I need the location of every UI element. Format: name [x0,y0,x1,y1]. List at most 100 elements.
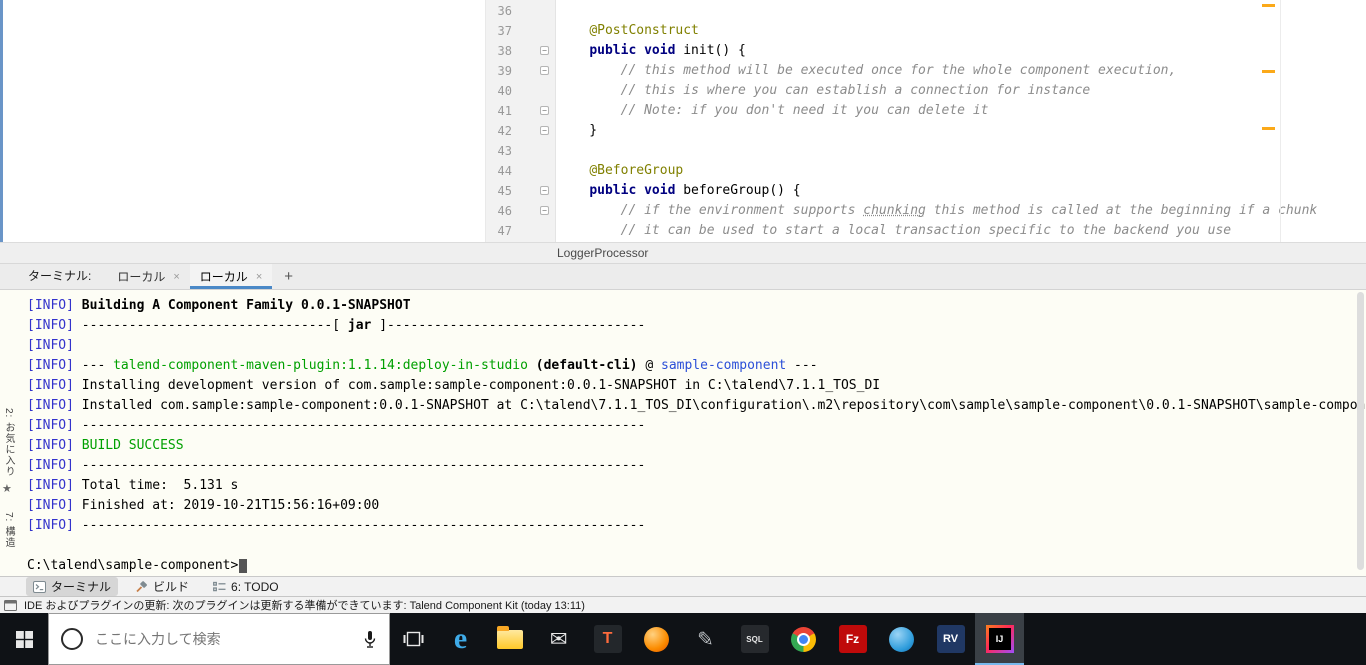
filezilla-taskbar-button[interactable]: Fz [828,613,877,665]
fold-marker-icon[interactable]: − [540,46,549,55]
todo-list-icon [213,581,226,591]
toolwindow-button-todo[interactable]: 6: TODO [206,579,286,595]
terminal-line: [INFO] ---------------------------------… [27,458,646,473]
toolwindow-button-label: ターミナル [51,580,112,594]
change-marker[interactable] [1262,4,1275,7]
code-lines[interactable]: 36 37 @PostConstruct 38 − public void init(… [485,1,1366,241]
line-number: 40 [497,84,512,98]
sidebar-item-favorites[interactable]: 2: お気に入り [1,408,16,477]
new-terminal-tab-button[interactable]: + [272,264,305,289]
intellij-idea-icon: IJ [985,625,1014,653]
terminal-line: [INFO] --------------------------------[… [27,318,646,333]
file-explorer-icon [496,625,523,649]
code-text: // Note: if you don't need it you can de… [620,103,989,118]
toolwindow-button-terminal[interactable]: ターミナル [26,577,119,596]
fold-column: − [512,101,552,121]
terminal-line: [INFO] Total time: 5.131 s [27,478,239,493]
code-line: 42 − } [485,121,1366,141]
fold-column [512,21,552,41]
mail-taskbar-button[interactable]: ✉ [534,613,583,665]
toolwindow-bar: ターミナル ビルド 6: TODO [0,576,1366,596]
fold-marker-icon[interactable]: − [540,126,549,135]
fold-column: − [512,181,552,201]
status-bar: IDE およびプラグインの更新: 次のプラグインは更新する準備ができています: … [0,596,1366,613]
ide-desktop: 36 37 @PostConstruct 38 − public void init(… [0,0,1366,665]
orange-sphere-app-taskbar-button[interactable] [632,613,681,665]
toolwindow-switcher-icon[interactable] [4,599,17,611]
toolwindow-button-label: ビルド [153,580,190,594]
breadcrumb-class[interactable]: LoggerProcessor [557,243,648,263]
code-line: 40 // this is where you can establish a … [485,81,1366,101]
terminal-scrollbar[interactable] [1357,292,1364,570]
taskbar-search-box[interactable] [48,613,390,665]
terminal-icon [33,580,46,593]
terminal-tab-label: ローカル [117,270,166,284]
code-text: // this method will be executed once for… [620,63,1177,78]
code-line: 45 − public void beforeGroup() { [485,181,1366,201]
terminal-line: [INFO] Installed com.sample:sample-compo… [27,398,1366,413]
fold-marker-icon[interactable]: − [540,186,549,195]
start-button[interactable] [0,613,48,665]
sidebar-item-structure[interactable]: 7: 構造 [1,512,16,548]
terminal-line: [INFO] Finished at: 2019-10-21T15:56:16+… [27,498,380,513]
code-text: @PostConstruct [589,23,699,38]
filezilla-icon: Fz [838,625,867,653]
code-line: 44 @BeforeGroup [485,161,1366,181]
terminal-output[interactable]: [INFO] Building A Component Family 0.0.1… [0,290,1366,576]
blue-sphere-app-taskbar-button[interactable] [877,613,926,665]
close-icon[interactable]: × [173,271,179,283]
fold-column [512,141,552,161]
task-view-icon [403,631,423,647]
window-left-edge [0,0,3,264]
terminal-tab-1[interactable]: ローカル × [107,264,189,289]
pen-app-taskbar-button[interactable]: ✎ [681,613,730,665]
fold-column: − [512,61,552,81]
terminal-line: [INFO] --- talend-component-maven-plugin… [27,358,818,373]
rv-app-icon: RV [936,625,965,653]
change-marker[interactable] [1262,127,1275,130]
search-input[interactable] [83,631,363,647]
code-editor-pane[interactable]: 36 37 @PostConstruct 38 − public void init(… [0,0,1366,264]
fold-marker-icon[interactable]: − [540,206,549,215]
file-explorer-taskbar-button[interactable] [485,613,534,665]
close-icon[interactable]: × [256,271,262,283]
microsoft-edge-taskbar-button[interactable]: e [436,613,485,665]
code-text: // this is where you can establish a con… [620,83,1091,98]
line-number: 42 [497,124,512,138]
sql-developer-taskbar-button[interactable]: SQL [730,613,779,665]
toolwindow-button-build[interactable]: ビルド [128,577,196,596]
windows-logo-icon [15,630,33,648]
hammer-icon [136,580,147,592]
line-number: 37 [497,24,512,38]
talend-t-app-taskbar-button[interactable]: T [583,613,632,665]
code-line: 47 // it can be used to start a local tr… [485,221,1366,241]
fold-marker-icon[interactable]: − [540,106,549,115]
editor-scrollbar-track[interactable] [1280,0,1281,242]
code-line: 37 @PostConstruct [485,21,1366,41]
task-view-button[interactable] [390,613,436,665]
breadcrumb-bar: LoggerProcessor [0,242,1366,264]
intellij-idea-taskbar-button[interactable]: IJ [975,613,1024,665]
line-number: 47 [497,224,512,238]
code-text: } [558,123,598,138]
pen-app-icon: ✎ [697,628,714,651]
terminal-cursor [239,558,248,573]
google-chrome-taskbar-button[interactable] [779,613,828,665]
status-message[interactable]: IDE およびプラグインの更新: 次のプラグインは更新する準備ができています: … [24,597,585,613]
change-marker[interactable] [1262,70,1275,73]
fold-marker-icon[interactable]: − [540,66,549,75]
microphone-icon[interactable] [363,630,377,649]
rv-app-taskbar-button[interactable]: RV [926,613,975,665]
code-text: // if the environment supports chunking … [620,203,1318,218]
terminal-tabbar: ターミナル: ローカル × ローカル × + [0,264,1366,290]
terminal-line: [INFO] ---------------------------------… [27,418,646,433]
favorites-star-icon[interactable]: ★ [2,482,12,495]
code-line: 41 − // Note: if you don't need it you ca… [485,101,1366,121]
code-text: // it can be used to start a local trans… [620,223,1232,238]
terminal-line: [INFO] BUILD SUCCESS [27,438,184,453]
terminal-tab-2[interactable]: ローカル × [189,264,273,289]
fold-column: − [512,41,552,61]
line-number: 36 [497,4,512,18]
